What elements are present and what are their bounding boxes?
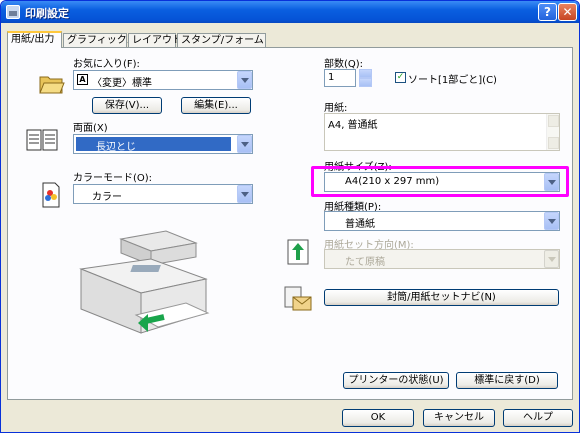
collate-checkbox[interactable]: ✓ [395,72,406,83]
help-button[interactable]: ヘルプ [503,409,573,427]
save-button[interactable]: 保存(V)... [92,97,162,114]
chevron-down-icon[interactable] [544,212,559,230]
favorites-label: お気に入り(F): [73,59,140,70]
duplex-label: 両面(X) [73,123,108,134]
ok-button[interactable]: OK [342,409,414,427]
chevron-down-icon[interactable] [544,173,559,191]
envelope-nav-button[interactable]: 封筒/用紙セットナビ(N) [324,289,559,306]
help-title-button[interactable]: ? [538,3,557,21]
spin-down-icon[interactable] [359,78,372,87]
print-settings-window: 印刷設定 ? ✕ 用紙/出力 グラフィックス レイアウト スタンプ/フォーム お… [0,0,580,433]
cancel-button[interactable]: キャンセル [423,409,495,427]
paper-summary: A4, 普通紙 [324,113,560,151]
tab-graphics[interactable]: グラフィックス [63,33,137,48]
edit-button[interactable]: 編集(E)... [181,97,251,114]
copies-label: 部数(Q): [324,59,364,70]
paper-direction-icon [287,239,309,265]
color-mode-select[interactable]: カラー [73,184,253,204]
chevron-down-icon[interactable] [237,71,252,89]
printer-status-button[interactable]: プリンターの状態(U) [343,372,449,389]
printer-illustration [79,230,210,334]
favorites-select[interactable]: A 〈変更〉標準 [73,70,253,90]
paper-type-select[interactable]: 普通紙 [324,211,560,231]
chevron-down-icon [544,250,559,268]
scrollbar[interactable] [546,114,559,150]
printer-icon [6,5,20,19]
color-mode-value: カラー [92,192,122,203]
paper-type-value: 普通紙 [345,219,375,230]
chevron-down-icon[interactable] [237,135,252,153]
copies-value: 1 [328,72,335,83]
close-button[interactable]: ✕ [558,3,577,21]
envelope-icon [284,286,312,311]
duplex-select[interactable]: 長辺とじ [73,134,253,154]
copies-input[interactable]: 1 [324,69,356,87]
duplex-icon [26,129,58,151]
paper-label: 用紙: [324,103,348,114]
tab-stamp-form[interactable]: スタンプ/フォーム [177,33,266,48]
paper-value: A4, 普通紙 [328,120,378,131]
favorites-value: 〈変更〉標準 [92,78,152,89]
spin-up-icon[interactable] [359,69,372,78]
duplex-value: 長辺とじ [96,142,136,153]
orientation-value: たて原稿 [345,257,385,268]
collate-label: ソート[1部ごと](C) [408,75,497,86]
title-bar: 印刷設定 ? ✕ [1,1,579,23]
paper-size-select[interactable]: A4(210 x 297 mm) [324,172,560,192]
color-mode-label: カラーモード(O): [73,173,153,184]
folder-icon [39,76,65,94]
favorites-a-icon: A [77,74,88,85]
tab-paper-output[interactable]: 用紙/出力 [7,31,62,48]
window-title: 印刷設定 [25,7,69,20]
tab-layout[interactable]: レイアウト [128,33,182,48]
restore-defaults-button[interactable]: 標準に戻す(D) [456,372,558,389]
color-palette-icon [42,182,60,208]
scroll-down-icon[interactable] [548,137,559,149]
chevron-down-icon[interactable] [237,185,252,203]
paper-size-value: A4(210 x 297 mm) [345,176,440,187]
copies-spinner[interactable] [359,69,372,87]
orientation-select: たて原稿 [324,249,560,269]
scroll-up-icon[interactable] [548,115,559,127]
